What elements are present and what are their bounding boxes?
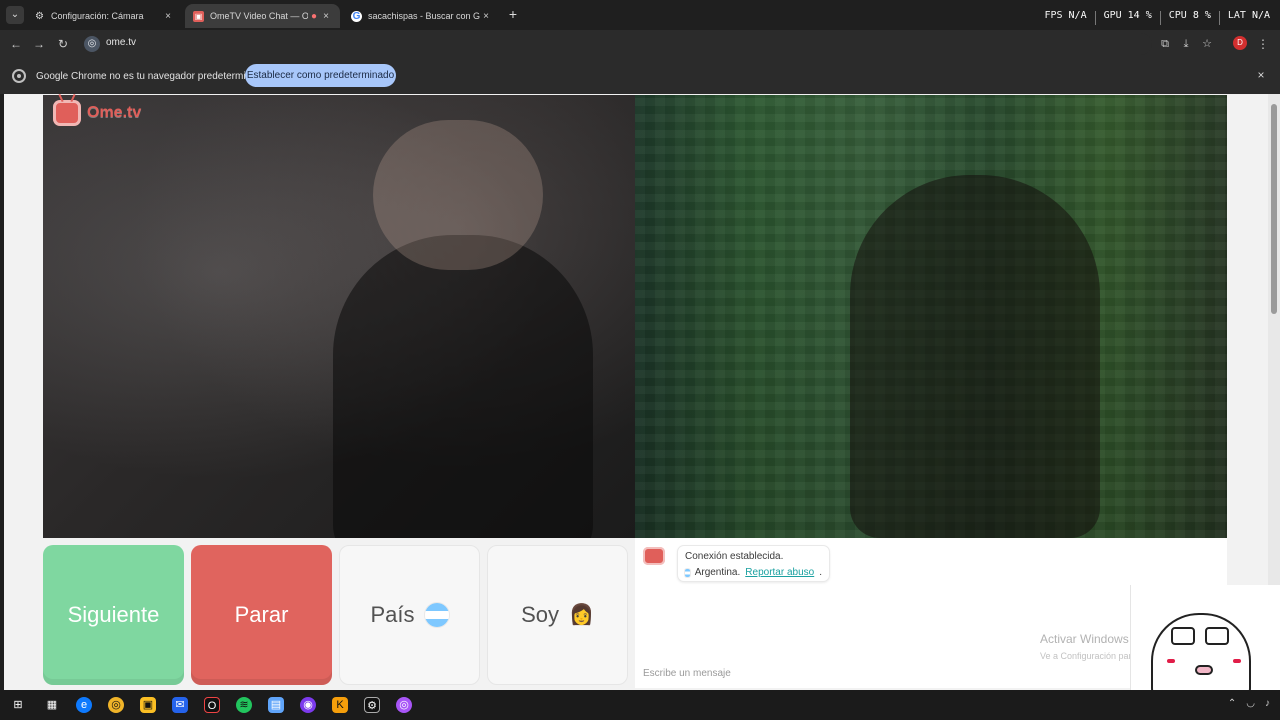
settings-icon[interactable]: ⚙ <box>364 697 380 713</box>
remote-video <box>635 95 1227 538</box>
mouth-shape <box>1195 665 1213 675</box>
tab-camera-settings[interactable]: ⚙ Configuración: Cámara × <box>26 4 182 28</box>
cpu-value: 8 % <box>1192 10 1211 21</box>
wifi-icon[interactable]: ◡ <box>1246 698 1255 709</box>
eye-icon <box>1171 627 1195 645</box>
opera-icon[interactable]: O <box>204 697 220 713</box>
country-line: Argentina. Reportar abuso. <box>685 567 822 578</box>
windows-taskbar: ⊞ ▦ e ◎ ▣ ✉ O ≋ ▤ ◉ K ⚙ ◎ ⌃ ◡ ♪ <box>0 690 1280 720</box>
google-icon: G <box>351 10 362 22</box>
report-suffix: . <box>819 567 822 578</box>
cpu-readout: CPU 8 % <box>1169 10 1211 26</box>
volume-icon[interactable]: ♪ <box>1265 698 1270 709</box>
close-icon[interactable]: × <box>1254 68 1268 82</box>
gender-button[interactable]: Soy 👩 <box>487 545 628 685</box>
system-tray: ⌃ ◡ ♪ <box>1228 698 1270 709</box>
chrome-taskbar-icon[interactable]: ◎ <box>108 697 124 713</box>
close-icon[interactable]: × <box>320 11 332 22</box>
connection-status: Conexión establecida. <box>685 551 784 562</box>
discord-icon[interactable]: ◉ <box>300 697 316 713</box>
gender-label: Soy <box>521 602 559 627</box>
gpu-value: 14 % <box>1127 10 1152 21</box>
scrollbar-thumb[interactable] <box>1271 104 1277 314</box>
fps-label: FPS <box>1044 10 1063 21</box>
address-bar[interactable]: ◎ ome.tv <box>82 33 1152 55</box>
divider <box>1094 11 1096 25</box>
new-tab-button[interactable]: + <box>505 6 521 22</box>
latency-label: LAT <box>1227 10 1246 21</box>
app-icon[interactable]: K <box>332 697 348 713</box>
windows-start-icon[interactable]: ⊞ <box>10 697 26 713</box>
default-browser-infobar: Google Chrome no es tu navegador predete… <box>0 58 1280 94</box>
fps-value: N/A <box>1068 10 1087 21</box>
mail-icon[interactable]: ✉ <box>172 697 188 713</box>
ometv-chat-icon <box>643 547 665 565</box>
stop-button[interactable]: Parar <box>191 545 332 685</box>
logo-text: Ome.tv <box>87 104 142 121</box>
chrome-icon <box>12 69 26 83</box>
argentina-flag-icon <box>685 568 690 577</box>
address-text[interactable]: ome.tv <box>106 37 136 48</box>
ometv-icon: ▣ <box>193 10 204 22</box>
forward-icon[interactable]: → <box>31 36 47 52</box>
install-app-icon[interactable]: ⤓ <box>1178 36 1194 52</box>
record-indicator-icon: ● <box>310 10 318 22</box>
chat-input[interactable]: Escribe un mensaje <box>643 668 731 679</box>
tab-title: Configuración: Cámara <box>51 11 144 21</box>
system-message: Conexión establecida. Argentina. Reporta… <box>677 545 830 582</box>
ometv-logo[interactable]: Ome.tv <box>53 99 141 127</box>
up-arrow-icon[interactable]: ⌃ <box>1228 698 1236 709</box>
tv-icon <box>53 100 81 126</box>
country-name: Argentina. <box>694 567 741 578</box>
eye-icon <box>1205 627 1229 645</box>
close-icon[interactable]: × <box>480 11 492 22</box>
app-icon[interactable]: ◎ <box>396 697 412 713</box>
bookmark-star-icon[interactable]: ☆ <box>1199 36 1215 52</box>
translate-icon[interactable]: ⧉ <box>1157 36 1173 52</box>
browser-tabstrip: ⌄ ⚙ Configuración: Cámara × ▣ OmeTV Vide… <box>0 0 1280 30</box>
tab-google-search[interactable]: G sacachispas - Buscar con Goog × <box>343 4 500 28</box>
stop-label: Parar <box>234 602 289 627</box>
divider <box>1218 11 1220 25</box>
tab-search-icon[interactable]: ⌄ <box>6 6 24 24</box>
infobar-text: Google Chrome no es tu navegador predete… <box>36 71 268 82</box>
task-view-icon[interactable]: ▦ <box>44 697 60 713</box>
latency-value: N/A <box>1251 10 1270 21</box>
report-abuse-link[interactable]: Reportar abuso <box>745 567 814 578</box>
close-icon[interactable]: × <box>162 11 174 22</box>
performance-overlay: FPS N/A GPU 14 % CPU 8 % LAT N/A <box>1044 10 1270 26</box>
reload-icon[interactable]: ↻ <box>55 36 71 52</box>
cpu-label: CPU <box>1168 10 1187 21</box>
argentina-flag-icon <box>424 603 449 627</box>
back-icon[interactable]: ← <box>8 36 24 52</box>
next-label: Siguiente <box>67 602 160 627</box>
local-video <box>43 95 635 538</box>
gpu-label: GPU <box>1103 10 1122 21</box>
divider <box>1159 11 1161 25</box>
person-emoji-icon: 👩 <box>569 604 594 626</box>
country-label: País <box>370 602 415 627</box>
more-icon[interactable]: ⋮ <box>1257 35 1269 53</box>
blush-mark <box>1233 659 1241 663</box>
browser-toolbar: ← → ↻ ◎ ome.tv ⧉ ⤓ ☆ D ⋮ <box>0 30 1280 58</box>
latency-readout: LAT N/A <box>1228 10 1270 26</box>
next-button[interactable]: Siguiente <box>43 545 184 685</box>
tab-title: OmeTV Video Chat — Ome <box>210 11 308 21</box>
profile-avatar[interactable]: D <box>1233 36 1247 50</box>
gear-icon: ⚙ <box>35 10 44 22</box>
site-info-icon[interactable]: ◎ <box>84 36 100 52</box>
set-default-button[interactable]: Establecer como predeterminado <box>245 64 396 87</box>
blush-mark <box>1167 659 1175 663</box>
app-icon[interactable]: ▤ <box>268 697 284 713</box>
gpu-readout: GPU 14 % <box>1104 10 1152 26</box>
spotify-icon[interactable]: ≋ <box>236 697 252 713</box>
tab-ometv[interactable]: ▣ OmeTV Video Chat — Ome ● × <box>185 4 340 28</box>
fps-readout: FPS N/A <box>1044 10 1086 26</box>
country-button[interactable]: País <box>339 545 480 685</box>
file-explorer-icon[interactable]: ▣ <box>140 697 156 713</box>
tab-title: sacachispas - Buscar con Goog <box>368 11 480 21</box>
edge-icon[interactable]: e <box>76 697 92 713</box>
